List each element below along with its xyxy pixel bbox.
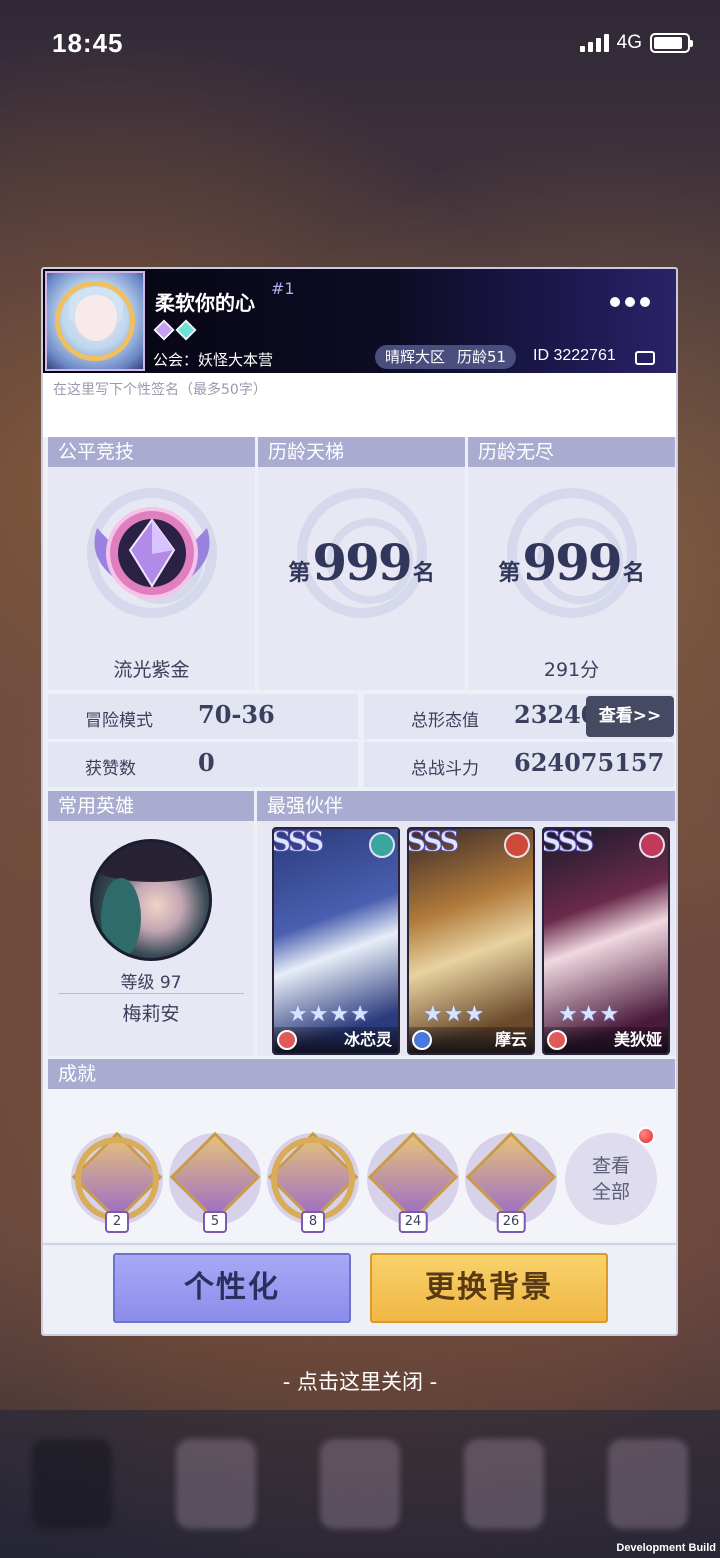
copy-id-icon[interactable] [635,351,655,365]
personalize-button[interactable]: 个性化 [113,1253,351,1323]
view-forms-button[interactable]: 查看>> [586,696,674,737]
partner-card[interactable]: SSS ★ ★ ★ ★ 冰芯灵 [272,827,400,1055]
rank-number: 第 999 名 [288,533,435,592]
rank-header: 历龄天梯 [258,437,465,467]
stats-panel: 冒险模式 70-36 总形态值 23240 查看>> 获赞数 0 总战斗力 62… [48,694,675,788]
class-icon [277,1030,297,1050]
partner-name: 摩云 [494,1030,527,1049]
rank-body[interactable]: 流光紫金 [48,467,255,690]
strongest-partners: 最强伙伴 SSS ★ ★ ★ ★ 冰芯灵 SSS ★ ★ ★ 摩云 SSS ★ … [257,791,675,1056]
player-id: ID 3222761 [533,347,616,364]
nav-icon [32,1439,112,1529]
achievement-medal-icon[interactable]: 5 [169,1131,261,1233]
achievement-medal-icon[interactable]: 2 [71,1131,163,1233]
view-all-achievements-button[interactable]: 查看 全部 [565,1133,657,1225]
star-rating: ★ ★ ★ [558,1002,620,1027]
rank-header: 公平竞技 [48,437,255,467]
partner-name: 美狄娅 [613,1030,662,1049]
partner-grade: SSS [272,827,325,859]
purple-gem-icon [153,319,175,341]
medal-count: 8 [301,1211,325,1233]
purple-gold-rank-badge-icon [94,507,209,599]
element-icon [639,832,665,858]
element-icon [504,832,530,858]
rank-body[interactable]: 第 999 名 [258,467,465,690]
star-rating: ★ ★ ★ [423,1002,485,1027]
hero-level: 等级 97 [120,973,182,993]
stat-forms: 总形态值 23240 查看>> [364,694,674,739]
class-icon [412,1030,432,1050]
avatar[interactable] [45,271,145,371]
status-time: 18:45 [52,28,124,58]
rank-number: 第 999 名 [498,533,645,592]
hero-portrait[interactable] [90,839,212,961]
region-label: 晴辉大区 [385,348,446,366]
partner-grade: SSS [542,827,595,859]
gem-badges [153,319,197,341]
rank-section: 公平竞技 流光紫金 历龄天梯 第 999 名 历龄无尽 第 999 名 291分 [48,437,675,690]
medal-count: 2 [105,1211,129,1233]
achievements-body: 2 5 8 24 26 查看 全部 [43,1089,676,1241]
stat-likes: 获赞数 0 [48,742,358,787]
partners-body: SSS ★ ★ ★ ★ 冰芯灵 SSS ★ ★ ★ 摩云 SSS ★ ★ ★ 美… [257,821,675,1056]
profile-header: 柔软你的心 #1 公会：妖怪大本营 晴辉大区 历龄51 ID 3222761 [43,269,676,373]
signal-icon [579,34,609,52]
medal-count: 24 [398,1211,428,1233]
nav-icon [176,1439,256,1529]
common-hero-header: 常用英雄 [48,791,254,821]
status-bar: 18:45 4G [0,0,720,90]
profile-card: 柔软你的心 #1 公会：妖怪大本营 晴辉大区 历龄51 ID 3222761 在… [41,267,678,1336]
common-hero-body[interactable]: 等级 97 梅莉安 [48,821,254,1056]
signature-input[interactable]: 在这里写下个性签名（最多50字） [43,373,676,437]
partner-card[interactable]: SSS ★ ★ ★ 美狄娅 [542,827,670,1055]
player-name: 柔软你的心 [155,291,255,315]
signature-placeholder: 在这里写下个性签名（最多50字） [53,382,267,398]
partner-card[interactable]: SSS ★ ★ ★ 摩云 [407,827,535,1055]
star-rating: ★ ★ ★ ★ [288,1002,370,1027]
rank-age-ladder: 历龄天梯 第 999 名 [258,437,465,690]
common-hero: 常用英雄 等级 97 梅莉安 [48,791,254,1056]
more-options-icon[interactable] [610,297,650,307]
background-bottom-nav [0,1410,720,1558]
class-icon [547,1030,567,1050]
status-indicators: 4G [579,32,693,54]
stat-adventure: 冒险模式 70-36 [48,694,358,739]
achievements-header: 成就 [48,1059,675,1089]
nav-icon [320,1439,400,1529]
rank-tag: #1 [271,279,295,298]
close-hint[interactable]: - 点击这里关闭 - [0,1366,720,1396]
medal-count: 26 [496,1211,526,1233]
stats-row: 冒险模式 70-36 总形态值 23240 查看>> [48,694,675,739]
partners-header: 最强伙伴 [257,791,675,821]
rank-age-endless: 历龄无尽 第 999 名 291分 [468,437,675,690]
network-label: 4G [616,32,642,53]
hero-name: 梅莉安 [122,1003,180,1025]
teal-gem-icon [175,319,197,341]
partner-name: 冰芯灵 [343,1030,392,1049]
dev-build-label: Development Build [616,1542,716,1554]
rank-fair-arena: 公平竞技 流光紫金 [48,437,255,690]
age-label: 历龄51 [457,348,507,366]
notification-dot-icon [637,1127,655,1145]
nav-icon [464,1439,544,1529]
element-icon [369,832,395,858]
stat-power: 总战斗力 624075157 [364,742,674,787]
nav-icon [608,1439,688,1529]
rank-score: 291分 [543,659,600,681]
rank-body[interactable]: 第 999 名 291分 [468,467,675,690]
region-badge: 晴辉大区 历龄51 [375,345,517,369]
hero-section: 常用英雄 等级 97 梅莉安 最强伙伴 SSS ★ ★ ★ ★ 冰芯灵 SSS … [48,791,675,1056]
change-background-button[interactable]: 更换背景 [370,1253,608,1323]
rank-header: 历龄无尽 [468,437,675,467]
guild-label[interactable]: 公会：妖怪大本营 [153,349,273,370]
rank-caption: 流光紫金 [113,659,190,681]
achievement-medal-icon[interactable]: 26 [465,1131,557,1233]
medal-count: 5 [203,1211,227,1233]
battery-icon [650,33,693,53]
stats-row: 获赞数 0 总战斗力 624075157 [48,742,675,787]
partner-grade: SSS [407,827,460,859]
achievement-medal-icon[interactable]: 8 [267,1131,359,1233]
achievement-medal-icon[interactable]: 24 [367,1131,459,1233]
